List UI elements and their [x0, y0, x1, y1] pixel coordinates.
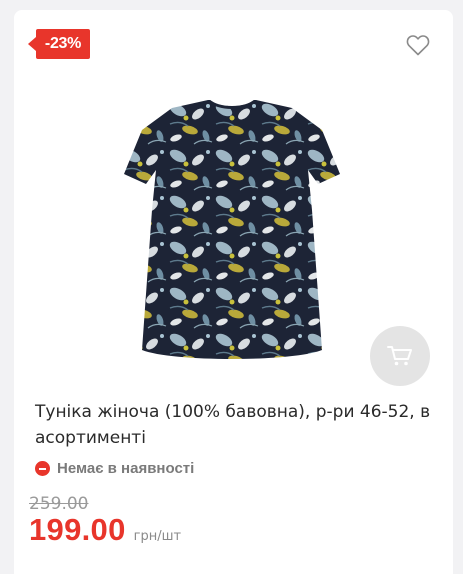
current-price: 199.00 [29, 512, 126, 547]
availability-status: Немає в наявності [35, 460, 194, 477]
cart-icon [387, 346, 412, 366]
minus-circle-icon [35, 461, 50, 476]
availability-label: Немає в наявності [57, 460, 195, 477]
old-price: 259.00 [29, 494, 89, 514]
product-card[interactable]: -23% Туніка жіноча (100% бавовна), р-ри … [14, 10, 453, 574]
price-unit: грн/шт [133, 529, 182, 544]
product-title[interactable]: Туніка жіноча (100% бавовна), р-ри 46-52… [35, 399, 435, 451]
wishlist-heart-icon[interactable] [406, 34, 430, 56]
price-row: 199.00 грн/шт [29, 512, 181, 548]
product-image[interactable] [122, 98, 342, 368]
add-to-cart-button[interactable] [370, 326, 430, 386]
discount-badge: -23% [28, 29, 90, 59]
